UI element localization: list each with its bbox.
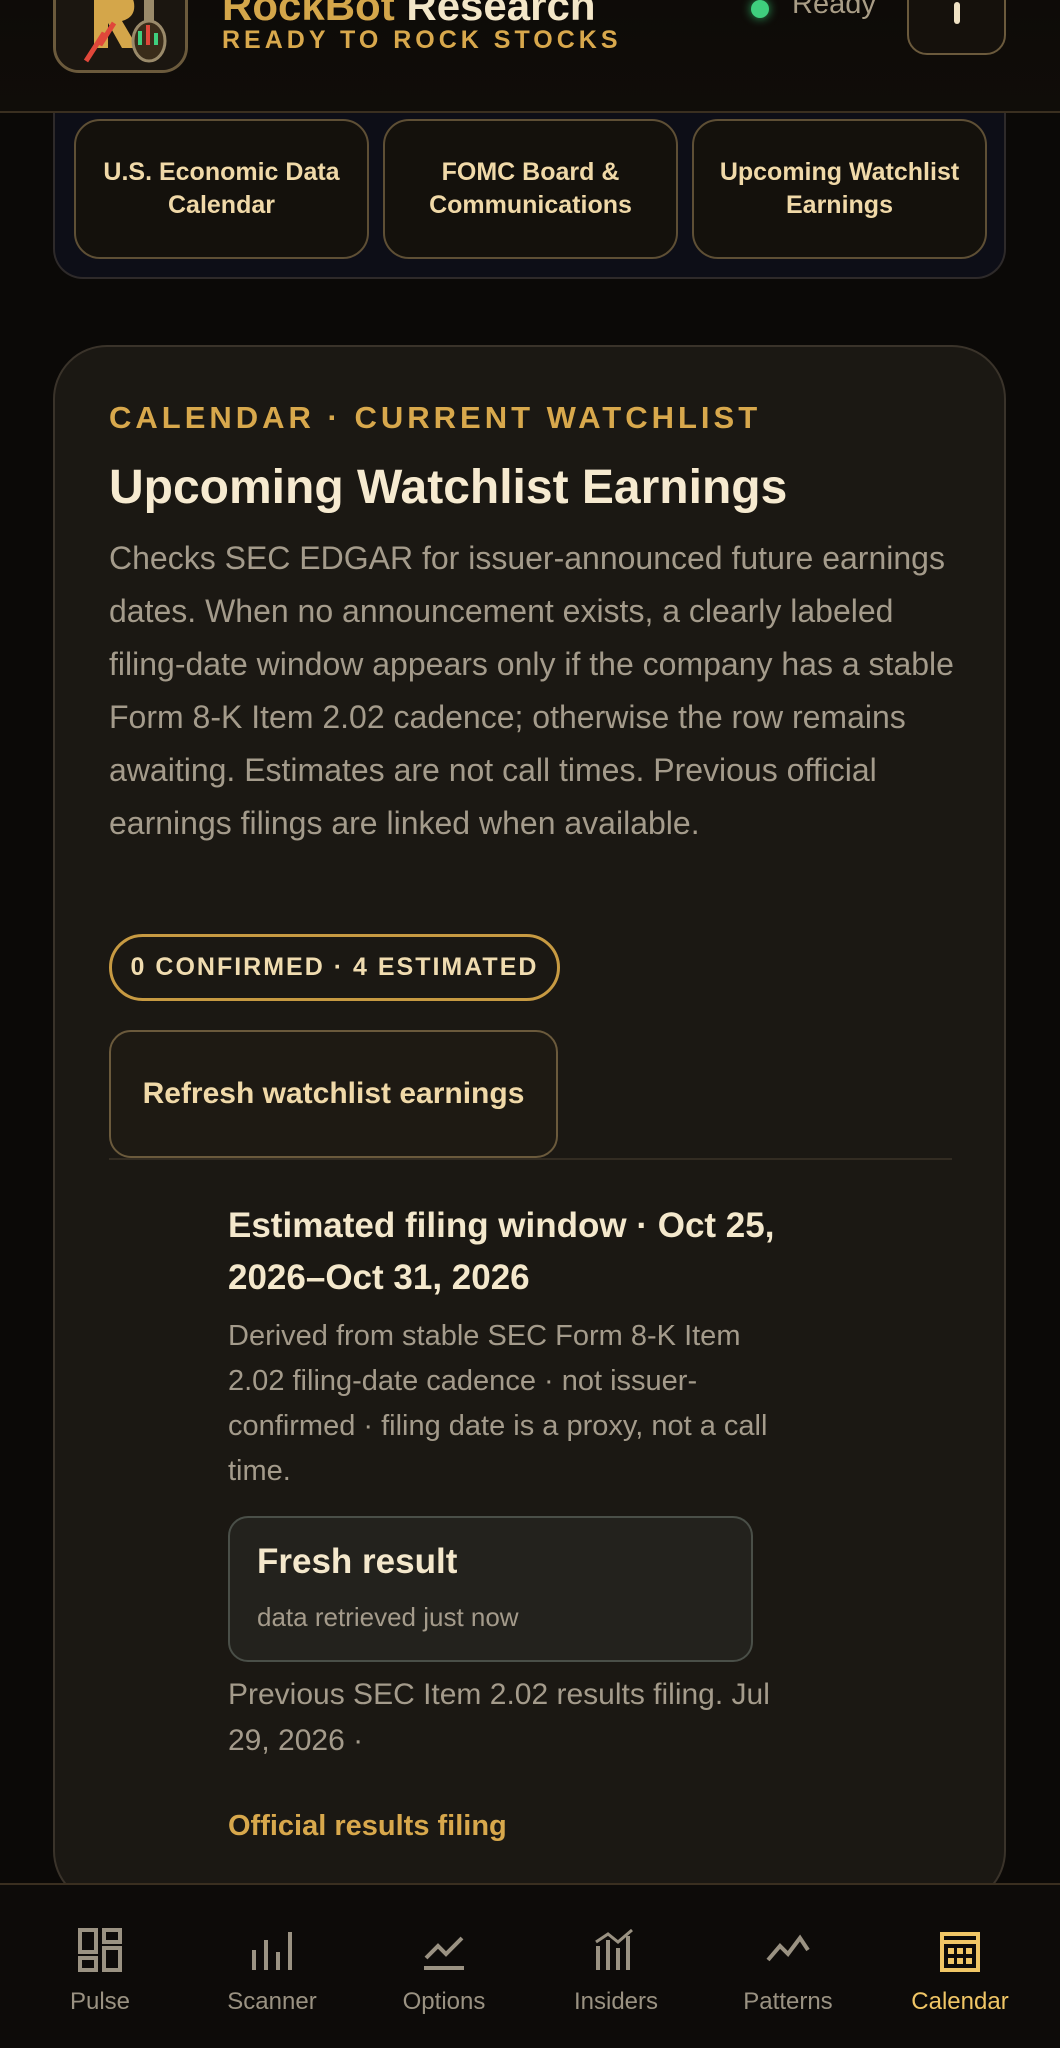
estimate-title: Estimated filing window · Oct 25, 2026–O… (228, 1206, 775, 1297)
app-title-suffix: Research (394, 0, 596, 29)
menu-button[interactable] (907, 0, 1006, 55)
app-subtitle: READY TO ROCK STOCKS (222, 26, 622, 54)
tab-economic-data-calendar[interactable]: U.S. Economic Data Calendar (74, 119, 369, 259)
estimate-description: Derived from stable SEC Form 8-K Item 2.… (228, 1320, 768, 1487)
nav-label-patterns: Patterns (743, 1988, 833, 2015)
card-title: Upcoming Watchlist Earnings (109, 461, 788, 514)
nav-item-scanner[interactable]: Scanner (192, 1926, 352, 2016)
insider-chart-icon (595, 1928, 633, 1970)
nav-item-pulse[interactable]: Pulse (20, 1926, 180, 2016)
app-header: RockBot Research READY TO ROCK STOCKS Re… (0, 0, 1060, 113)
fresh-result-subtitle: data retrieved just now (257, 1602, 519, 1632)
app-logo[interactable] (53, 0, 188, 73)
nav-label-insiders: Insiders (573, 1988, 659, 2015)
tab-watchlist-earnings[interactable]: Upcoming Watchlist Earnings (692, 119, 987, 259)
menu-icon (954, 2, 960, 24)
calendar-icon (940, 1932, 980, 1972)
fresh-result-box (228, 1516, 753, 1662)
tab-fomc-board[interactable]: FOMC Board & Communications (383, 119, 678, 259)
card-description: Checks SEC EDGAR for issuer-announced fu… (109, 540, 954, 841)
nav-item-patterns[interactable]: Patterns (708, 1926, 868, 2016)
official-results-filing-link[interactable]: Official results filing (228, 1810, 507, 1843)
nav-label-pulse: Pulse (69, 1988, 131, 2015)
nav-item-insiders[interactable]: Insiders (536, 1926, 696, 2016)
nav-item-options[interactable]: Options (364, 1926, 524, 2016)
status-dot-icon (751, 0, 769, 18)
previous-filing-text: Previous SEC Item 2.02 results filing. J… (228, 1678, 770, 1757)
fresh-result-title: Fresh result (257, 1542, 458, 1581)
refresh-earnings-button[interactable]: Refresh watchlist earnings (109, 1030, 558, 1158)
nav-label-calendar: Calendar (911, 1988, 1009, 2015)
guitar-logo-icon (56, 0, 185, 70)
nav-label-scanner: Scanner (227, 1988, 317, 2015)
card-eyebrow: CALENDAR · CURRENT WATCHLIST (109, 400, 762, 435)
pattern-icon (766, 1934, 810, 1962)
nav-item-calendar[interactable]: Calendar (880, 1926, 1040, 2016)
dashboard-icon (78, 1928, 122, 1972)
status-text: Ready (792, 0, 876, 20)
trend-line-icon (424, 1936, 464, 1970)
counts-badge: 0 CONFIRMED · 4 ESTIMATED (109, 934, 560, 1001)
divider (109, 1158, 952, 1160)
app-title-brand: RockBot (222, 0, 395, 29)
nav-label-options: Options (402, 1988, 486, 2015)
bars-icon (252, 1932, 292, 1970)
